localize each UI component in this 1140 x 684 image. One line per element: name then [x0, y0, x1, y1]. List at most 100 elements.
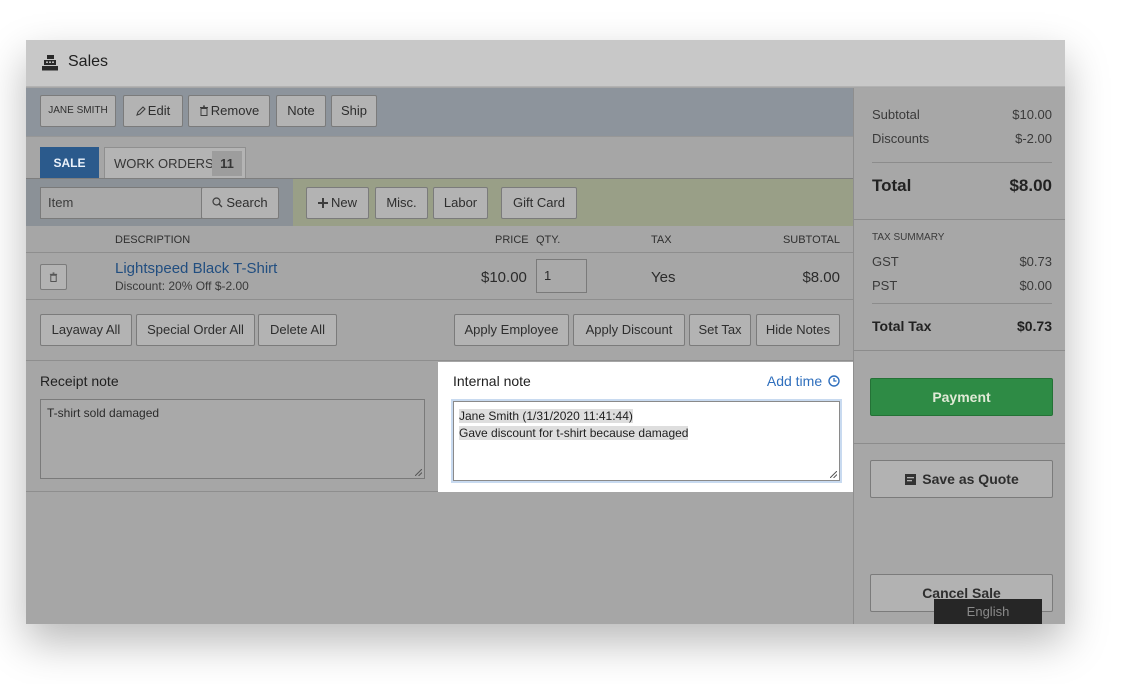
total-row: Total $8.00 — [872, 176, 1052, 196]
apply-discount-button[interactable]: Apply Discount — [573, 314, 685, 346]
total-value: $8.00 — [1009, 176, 1052, 195]
delete-all-button[interactable]: Delete All — [258, 314, 337, 346]
pencil-icon — [135, 106, 146, 116]
work-orders-count-badge: 11 — [212, 151, 242, 176]
item-search-bar: Item Search — [26, 178, 293, 226]
col-subtotal: SUBTOTAL — [782, 234, 840, 246]
payment-button[interactable]: Payment — [870, 378, 1053, 416]
set-tax-button[interactable]: Set Tax — [689, 314, 751, 346]
labor-label: Labor — [443, 195, 478, 210]
special-order-all-button[interactable]: Special Order All — [136, 314, 255, 346]
search-button[interactable]: Search — [201, 187, 279, 219]
discounts-label: Discounts — [872, 131, 930, 146]
item-discount-text: Discount: 20% Off $-2.00 — [115, 279, 249, 293]
pst-label: PST — [872, 278, 898, 293]
internal-note-line-1: Jane Smith (1/31/2020 11:41:44) — [459, 409, 633, 423]
title-bar: Sales — [26, 40, 1065, 87]
line-items-header: DESCRIPTION PRICE QTY. TAX SUBTOTAL — [26, 226, 853, 253]
ship-button[interactable]: Ship — [331, 95, 377, 127]
col-price: PRICE — [495, 234, 529, 246]
total-tax-label: Total Tax — [872, 318, 932, 334]
layaway-all-button[interactable]: Layaway All — [40, 314, 132, 346]
add-time-label: Add time — [766, 373, 823, 389]
add-time-link[interactable]: Add time — [767, 373, 840, 389]
resize-handle-icon — [830, 471, 837, 478]
customer-bar: JANE SMITH Edit Remove Note Ship — [26, 88, 853, 136]
sale-actions: Layaway All Special Order All Delete All… — [26, 301, 853, 361]
language-tooltip: English — [934, 599, 1042, 624]
divider — [854, 350, 1065, 351]
trash-icon — [199, 105, 208, 116]
apply-employee-button[interactable]: Apply Employee — [454, 314, 569, 346]
clock-icon — [828, 375, 840, 387]
gst-label: GST — [872, 254, 899, 269]
table-row: Lightspeed Black T-Shirt Discount: 20% O… — [26, 254, 853, 300]
pst-row: PST $0.00 — [872, 278, 1052, 293]
window-title: Sales — [68, 53, 109, 70]
tab-sale[interactable]: SALE — [40, 147, 99, 179]
total-tax-row: Total Tax $0.73 — [872, 318, 1052, 334]
item-price: $10.00 — [481, 269, 527, 286]
divider — [854, 443, 1065, 444]
tax-summary-label: TAX SUMMARY — [872, 232, 945, 243]
gift-card-button[interactable]: Gift Card — [501, 187, 577, 219]
tax-summary-heading: TAX SUMMARY — [872, 232, 1052, 243]
resize-handle-icon — [415, 469, 422, 476]
discounts-row: Discounts $-2.00 — [872, 131, 1052, 146]
divider — [872, 303, 1052, 304]
sale-summary-sidebar: Subtotal $10.00 Discounts $-2.00 Total $8.0… — [853, 88, 1065, 624]
work-orders-label: WORK ORDERS — [114, 156, 214, 171]
misc-label: Misc. — [386, 195, 417, 210]
trash-icon — [49, 272, 58, 282]
search-icon — [212, 197, 223, 208]
col-qty: QTY. — [536, 234, 561, 246]
edit-customer-button[interactable]: Edit — [123, 95, 183, 127]
item-description-link[interactable]: Lightspeed Black T-Shirt — [115, 260, 277, 277]
sales-window: Sales JANE SMITH Edit Remove Note Ship S… — [26, 40, 1065, 624]
gst-row: GST $0.73 — [872, 254, 1052, 269]
receipt-note-label: Receipt note — [40, 373, 119, 389]
subtotal-label: Subtotal — [872, 107, 920, 122]
subtotal-value: $10.00 — [1012, 107, 1052, 122]
save-as-quote-label: Save as Quote — [922, 471, 1019, 487]
customer-name-button[interactable]: JANE SMITH — [40, 95, 116, 127]
gift-card-label: Gift Card — [512, 195, 565, 210]
item-search-input[interactable]: Item — [40, 187, 202, 219]
item-tax: Yes — [651, 269, 676, 286]
plus-icon — [317, 198, 328, 208]
subtotal-row: Subtotal $10.00 — [872, 107, 1052, 122]
internal-note-panel: Internal note Add time Jane Smith (1/31/… — [438, 362, 853, 492]
discounts-value: $-2.00 — [1015, 131, 1052, 146]
remove-customer-button[interactable]: Remove — [188, 95, 270, 127]
col-tax: TAX — [651, 234, 672, 246]
divider — [854, 219, 1065, 220]
internal-note-textarea[interactable]: Jane Smith (1/31/2020 11:41:44) Gave dis… — [453, 401, 840, 481]
gst-value: $0.73 — [1019, 254, 1052, 269]
receipt-note-panel: Receipt note T-shirt sold damaged — [26, 362, 438, 492]
misc-button[interactable]: Misc. — [375, 187, 428, 219]
ship-label: Ship — [340, 103, 368, 118]
cash-register-icon — [42, 55, 58, 71]
customer-name-label: JANE SMITH — [48, 105, 108, 116]
edit-label: Edit — [147, 103, 171, 118]
hide-notes-button[interactable]: Hide Notes — [756, 314, 840, 346]
receipt-note-text: T-shirt sold damaged — [47, 406, 160, 420]
new-item-button[interactable]: New — [306, 187, 369, 219]
receipt-note-textarea[interactable]: T-shirt sold damaged — [40, 399, 425, 479]
remove-label: Remove — [210, 103, 260, 118]
internal-note-label: Internal note — [453, 373, 531, 389]
internal-note-line-2: Gave discount for t-shirt because damage… — [459, 426, 689, 440]
save-as-quote-button[interactable]: Save as Quote — [870, 460, 1053, 498]
note-button[interactable]: Note — [276, 95, 326, 127]
quantity-input[interactable]: 1 — [536, 259, 587, 293]
delete-line-button[interactable] — [40, 264, 67, 290]
sale-tabs: SALE WORK ORDERS 11 — [26, 136, 853, 179]
tab-work-orders[interactable]: WORK ORDERS 11 — [104, 147, 246, 179]
new-label: New — [330, 195, 357, 210]
quote-clipboard-icon — [905, 474, 917, 485]
total-tax-value: $0.73 — [1016, 318, 1052, 334]
col-description: DESCRIPTION — [115, 234, 191, 246]
item-subtotal: $8.00 — [802, 269, 840, 286]
note-label: Note — [287, 103, 315, 118]
labor-button[interactable]: Labor — [433, 187, 488, 219]
